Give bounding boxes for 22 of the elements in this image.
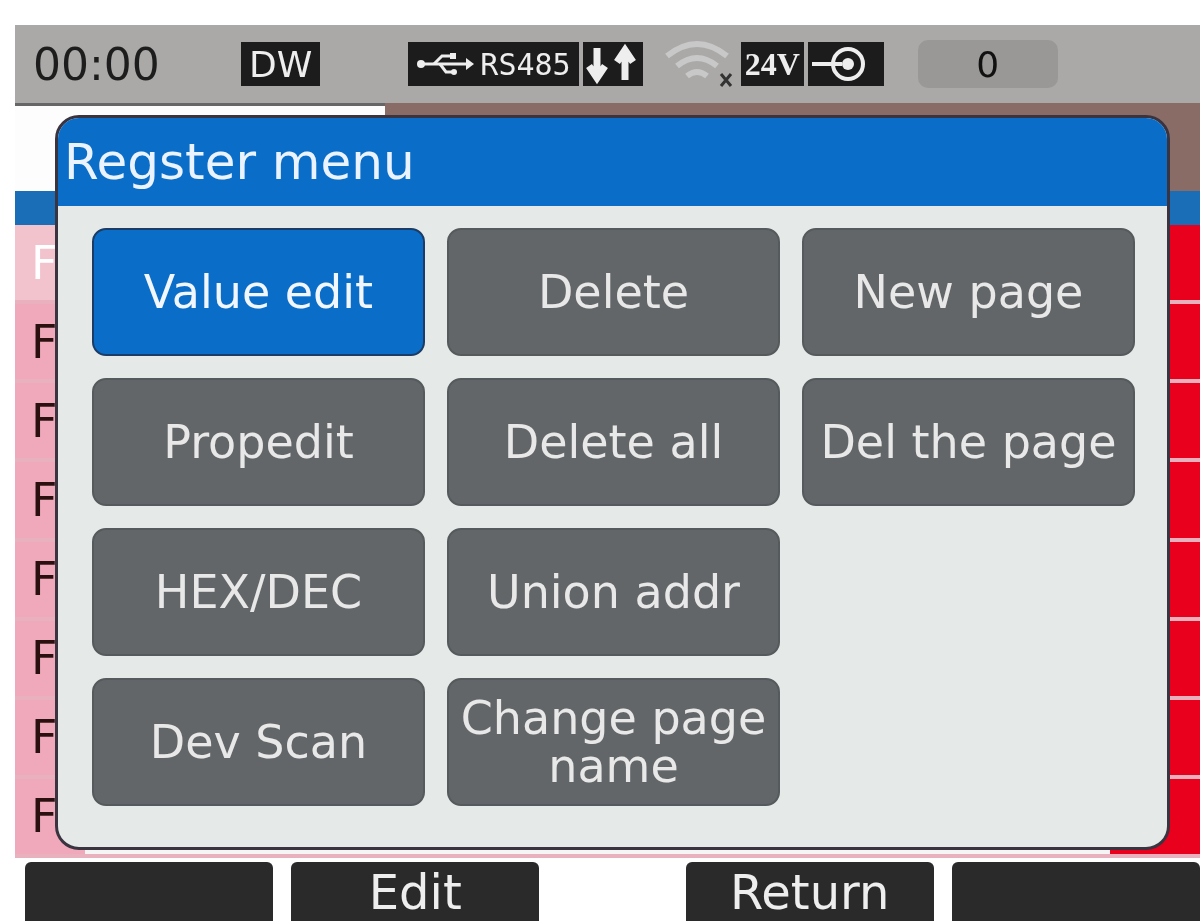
softkey-button[interactable] [951,862,1200,921]
softkey-button[interactable]: Return [685,862,934,921]
mode-badge: DW [241,42,321,86]
counter-field: 0 [917,40,1058,88]
menu-button[interactable]: Value edit [92,228,425,356]
supply-badge: 24V [740,42,804,86]
menu-button[interactable]: Propedit [92,378,425,506]
softkey-button[interactable]: Edit [291,862,540,921]
menu-button[interactable]: New page [802,228,1135,356]
clock-text: 00:00 [33,38,161,90]
menu-button[interactable]: Union addr [447,528,780,656]
menu-button[interactable]: HEX/DEC [92,528,425,656]
menu-button[interactable]: Dev Scan [92,678,425,806]
plug-icon [807,42,884,86]
menu-button[interactable]: Delete all [447,378,780,506]
dialog-title: Regster menu [58,118,1167,206]
menu-button[interactable]: Change page name [447,678,780,806]
menu-button[interactable]: Del the page [802,378,1135,506]
softkey-button[interactable] [25,862,274,921]
port-label: RS485 [480,46,571,82]
menu-button[interactable]: Delete [447,228,780,356]
transfer-arrows-icon [582,42,643,86]
